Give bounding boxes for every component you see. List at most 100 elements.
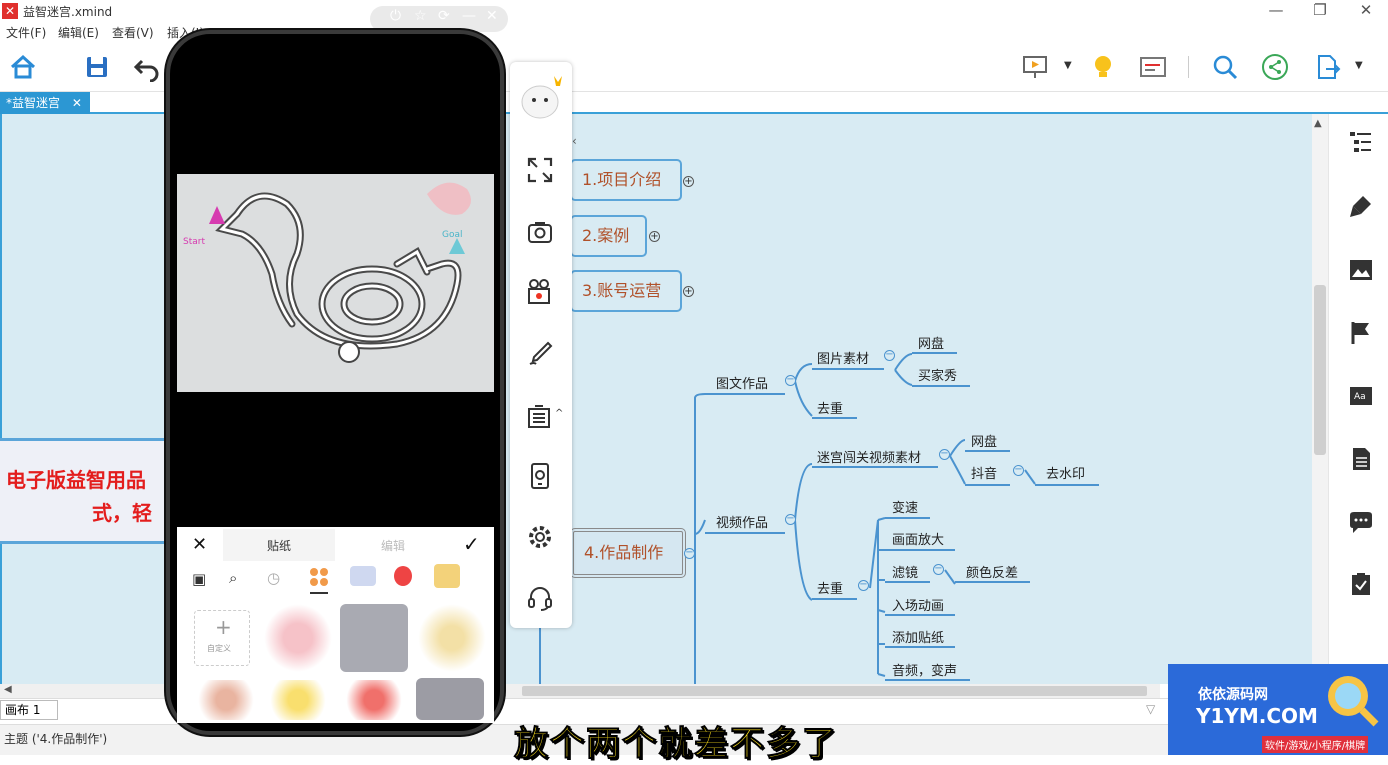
subtopic-dedupe[interactable]: 去重	[817, 398, 843, 417]
menu-file[interactable]: 文件(F)	[6, 24, 46, 41]
subtopic-filter[interactable]: 滤镜	[892, 562, 918, 581]
topic-works-production[interactable]: 4.作品制作	[570, 528, 686, 578]
text-style-icon[interactable]: Aa	[1348, 384, 1374, 410]
presentation-icon[interactable]	[1020, 52, 1050, 82]
sticker-category-bird-icon[interactable]	[350, 566, 376, 586]
subtopic-color-contrast[interactable]: 颜色反差	[966, 562, 1018, 581]
document-tab[interactable]: *益智迷宫 ✕	[0, 92, 90, 114]
collapse-icon[interactable]: −	[884, 350, 895, 361]
expand-icon[interactable]: +	[683, 176, 694, 187]
collapse-icon[interactable]: −	[785, 375, 796, 386]
export-dropdown-icon[interactable]: ▼	[1355, 60, 1363, 71]
subtopic-dedupe-2[interactable]: 去重	[817, 578, 843, 597]
sticker-category-kids-icon[interactable]	[434, 564, 460, 588]
close-phone-icon[interactable]: ✕	[486, 8, 498, 24]
minimize-button[interactable]: —	[1256, 0, 1296, 22]
subtopic-zoom-in[interactable]: 画面放大	[892, 529, 944, 548]
idea-bulb-icon[interactable]	[1088, 52, 1118, 82]
tab-sticker[interactable]: 贴纸	[267, 537, 291, 554]
marker-flag-icon[interactable]	[1348, 320, 1374, 346]
home-icon[interactable]	[8, 52, 38, 82]
subtopic-netdisk-2[interactable]: 网盘	[971, 431, 997, 450]
format-brush-icon[interactable]	[1348, 193, 1374, 219]
vertical-scroll-thumb[interactable]	[1314, 285, 1326, 455]
search-icon[interactable]	[1210, 52, 1240, 82]
collapse-icon[interactable]: −	[939, 449, 950, 460]
subtopic-add-sticker[interactable]: 添加贴纸	[892, 627, 944, 646]
collapse-icon[interactable]: −	[684, 548, 695, 559]
subtopic-image-works[interactable]: 图文作品	[716, 373, 768, 392]
notes-document-icon[interactable]	[1348, 446, 1374, 472]
sticker-search-icon[interactable]: ⌕	[229, 569, 237, 587]
presentation-dropdown-icon[interactable]: ▼	[1064, 60, 1072, 71]
save-icon[interactable]	[82, 52, 112, 82]
collapse-toolbar-icon[interactable]: ‹	[572, 134, 577, 148]
filter-icon[interactable]: ▽	[1146, 702, 1155, 716]
close-button[interactable]: ✕	[1346, 0, 1386, 22]
subtopic-netdisk[interactable]: 网盘	[918, 333, 944, 352]
subtopic-intro-animation[interactable]: 入场动画	[892, 595, 944, 614]
power-icon[interactable]: ⏻	[390, 8, 401, 24]
tab-edit[interactable]: 编辑	[381, 537, 405, 554]
collapse-icon[interactable]: −	[858, 580, 869, 591]
undo-icon[interactable]	[132, 52, 162, 82]
subtopic-image-material[interactable]: 图片素材	[817, 348, 869, 367]
subtopic-video-works[interactable]: 视频作品	[716, 512, 768, 531]
share-icon[interactable]	[1260, 52, 1290, 82]
recent-clock-icon[interactable]: ◷	[267, 569, 280, 587]
comment-icon[interactable]	[1348, 509, 1374, 535]
keyboard-icon[interactable]	[526, 402, 554, 430]
sticker-category-strawberry-icon[interactable]	[394, 566, 412, 586]
pin-icon[interactable]: ☆	[414, 8, 427, 24]
settings-gear-icon[interactable]	[526, 523, 554, 551]
horizontal-scroll-thumb[interactable]	[522, 686, 1147, 696]
brush-draw-icon[interactable]	[526, 340, 554, 368]
mascot-avatar-icon	[521, 76, 562, 119]
collapse-icon[interactable]: −	[785, 514, 796, 525]
collapse-icon[interactable]: −	[933, 564, 944, 575]
subtopic-douyin[interactable]: 抖音	[971, 463, 997, 482]
fullscreen-icon[interactable]	[526, 156, 554, 184]
image-icon[interactable]	[1348, 257, 1374, 283]
scroll-up-icon[interactable]: ▲	[1314, 118, 1322, 129]
menu-view[interactable]: 查看(V)	[112, 24, 154, 41]
sticker-banner[interactable]	[416, 678, 484, 720]
subtopic-remove-watermark[interactable]: 去水印	[1046, 463, 1085, 482]
sticker-sparkle[interactable]	[340, 604, 408, 672]
subtopic-buyer-show[interactable]: 买家秀	[918, 365, 957, 384]
sticker-teacher[interactable]	[192, 680, 260, 720]
menu-edit[interactable]: 编辑(E)	[58, 24, 99, 41]
category-grid-icon[interactable]	[310, 568, 328, 586]
topic-cases[interactable]: 2.案例	[570, 215, 647, 257]
restore-button[interactable]: ❐	[1300, 0, 1340, 22]
outline-view-icon[interactable]	[1138, 52, 1168, 82]
sticker-butterfly[interactable]	[264, 604, 332, 672]
sticker-confirm-icon[interactable]: ✓	[463, 532, 480, 556]
outline-icon[interactable]	[1348, 129, 1374, 155]
topic-project-intro[interactable]: 1.项目介绍	[570, 159, 682, 201]
headset-support-icon[interactable]	[526, 584, 554, 612]
export-icon[interactable]	[1312, 52, 1342, 82]
topic-account-ops[interactable]: 3.账号运营	[570, 270, 682, 312]
video-record-icon[interactable]	[526, 278, 554, 306]
subtopic-audio-voice[interactable]: 音频，变声	[892, 660, 957, 679]
tab-close-icon[interactable]: ✕	[72, 96, 82, 110]
scroll-left-icon[interactable]: ◀	[4, 684, 12, 695]
sticker-text-art[interactable]	[418, 604, 486, 672]
expand-icon[interactable]: +	[649, 231, 660, 242]
subtopic-speed[interactable]: 变速	[892, 497, 918, 516]
subtopic-maze-video-material[interactable]: 迷宫闯关视频素材	[817, 447, 921, 466]
camera-icon[interactable]	[526, 218, 554, 246]
minimize-phone-icon[interactable]: —	[462, 8, 476, 24]
task-clipboard-icon[interactable]	[1348, 571, 1374, 597]
phone-screen-icon[interactable]	[526, 462, 554, 490]
sticker-library-icon[interactable]: ▣	[192, 570, 206, 588]
rotate-icon[interactable]: ⟳	[438, 8, 450, 24]
sticker-badge[interactable]	[264, 680, 332, 720]
sheet-tab[interactable]: 画布 1	[0, 700, 58, 720]
sticker-100[interactable]	[340, 680, 408, 720]
expand-icon[interactable]: +	[683, 286, 694, 297]
sticker-close-icon[interactable]: ✕	[192, 534, 207, 555]
collapse-icon[interactable]: −	[1013, 465, 1024, 476]
keyboard-expand-icon[interactable]: ^	[555, 408, 563, 419]
